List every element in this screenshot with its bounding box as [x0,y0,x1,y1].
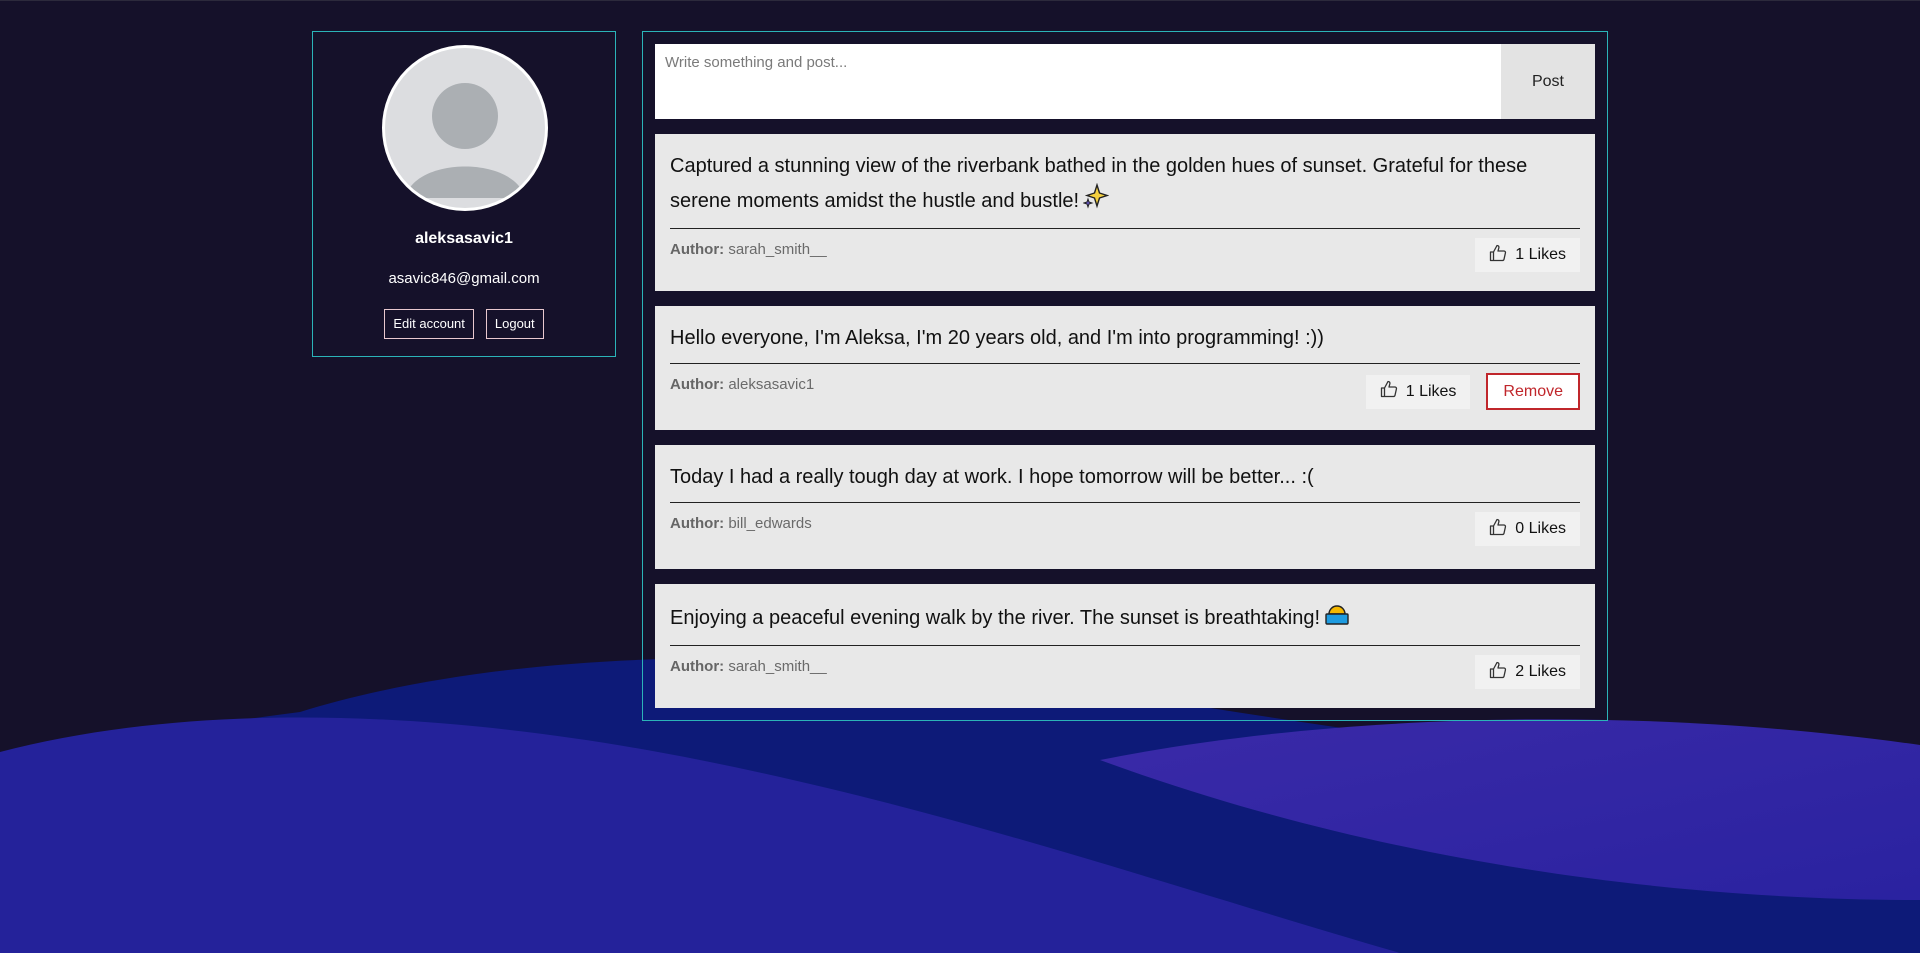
remove-post-button[interactable]: Remove [1486,373,1580,410]
like-button[interactable]: 1 Likes [1365,374,1471,409]
feed-container: Post Captured a stunning view of the riv… [642,31,1608,721]
post-input[interactable] [655,44,1501,119]
post-footer: Author: sarah_smith__ 2 Likes [670,646,1580,696]
post-text: Enjoying a peaceful evening walk by the … [670,600,1580,646]
post-author: Author: aleksasavic1 [670,376,815,393]
logout-button[interactable]: Logout [485,309,544,339]
post-author: Author: sarah_smith__ [670,241,827,258]
post-footer: Author: aleksasavic1 1 Likes Remove [670,364,1580,414]
like-count: 1 Likes [1515,246,1566,263]
thumbs-up-icon [1380,380,1398,403]
post-card: Today I had a really tough day at work. … [655,445,1595,569]
like-count: 1 Likes [1405,382,1457,400]
sunset-icon [1324,600,1350,637]
post-actions: 2 Likes [1475,655,1580,689]
profile-card: aleksasavic1 asavic846@gmail.com Edit ac… [312,31,616,357]
user-silhouette-icon [385,48,545,208]
post-author: Author: sarah_smith__ [670,658,827,675]
profile-username: aleksasavic1 [415,230,513,247]
profile-actions: Edit account Logout [313,309,615,339]
post-footer: Author: sarah_smith__ 1 Likes [670,229,1580,279]
post-card: Captured a stunning view of the riverban… [655,134,1595,291]
profile-email: asavic846@gmail.com [388,270,540,287]
like-button[interactable]: 0 Likes [1475,512,1580,546]
post-author: Author: bill_edwards [670,515,812,532]
like-button[interactable]: 2 Likes [1475,655,1580,689]
like-count: 2 Likes [1515,663,1566,680]
post-card: Hello everyone, I'm Aleksa, I'm 20 years… [655,306,1595,430]
post-button[interactable]: Post [1501,44,1595,119]
edit-account-button[interactable]: Edit account [384,309,474,339]
post-card: Enjoying a peaceful evening walk by the … [655,584,1595,708]
thumbs-up-icon [1489,518,1507,541]
sparkles-icon [1082,182,1110,220]
post-text: Hello everyone, I'm Aleksa, I'm 20 years… [670,322,1580,364]
post-text: Captured a stunning view of the riverban… [670,150,1580,229]
post-composer: Post [655,44,1595,119]
post-actions: 1 Likes Remove [1365,373,1580,410]
avatar [382,45,548,211]
post-text: Today I had a really tough day at work. … [670,461,1580,503]
thumbs-up-icon [1489,661,1507,684]
post-actions: 1 Likes [1475,238,1580,272]
like-count: 0 Likes [1515,520,1566,537]
thumbs-up-icon [1489,244,1507,267]
like-button[interactable]: 1 Likes [1475,238,1580,272]
post-actions: 0 Likes [1475,512,1580,546]
post-footer: Author: bill_edwards 0 Likes [670,503,1580,553]
